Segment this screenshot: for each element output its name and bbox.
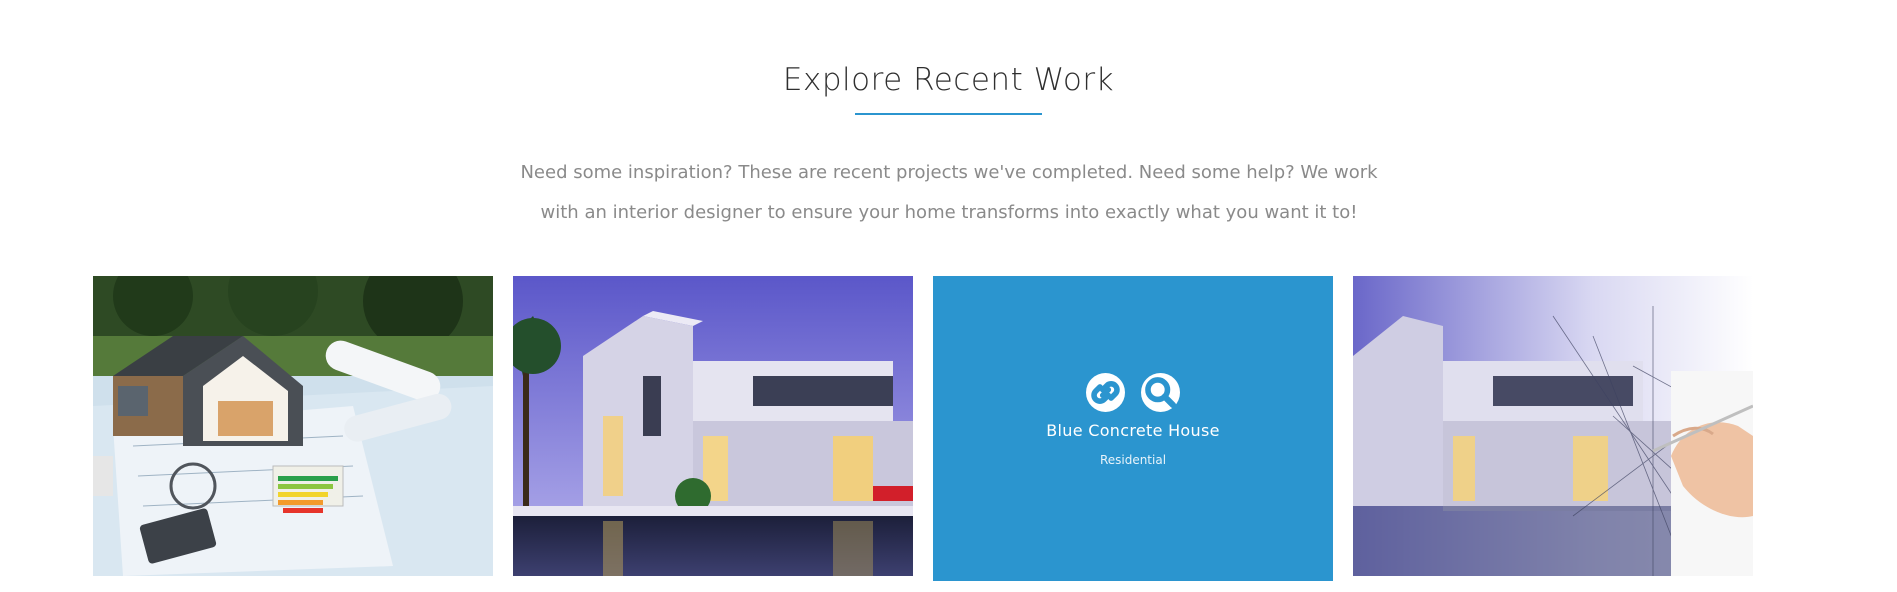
- intro-line-2: with an interior designer to ensure your…: [540, 202, 1358, 223]
- portfolio-image-villa-sketch: [1353, 276, 1753, 576]
- project-category: Residential: [1099, 453, 1167, 467]
- project-title[interactable]: Blue Concrete House: [933, 421, 1333, 440]
- link-button[interactable]: [1086, 373, 1125, 412]
- portfolio-item-4[interactable]: [1353, 276, 1753, 576]
- portfolio-image-house-model: [93, 276, 493, 576]
- title-underline: [855, 113, 1042, 115]
- portfolio-image-villa-dusk: [513, 276, 913, 576]
- section-title: Explore Recent Work: [782, 62, 1115, 98]
- portfolio-overlay: Blue Concrete House Residential: [933, 276, 1333, 581]
- portfolio-item-1[interactable]: [93, 276, 493, 576]
- portfolio-item-3[interactable]: Blue Concrete House Residential: [933, 276, 1333, 581]
- search-icon: [1145, 377, 1177, 409]
- portfolio-item-2[interactable]: [513, 276, 913, 576]
- zoom-button[interactable]: [1141, 373, 1180, 412]
- intro-line-1: Need some inspiration? These are recent …: [520, 162, 1378, 183]
- section-intro: Need some inspiration? These are recent …: [520, 153, 1378, 233]
- link-icon: [1091, 381, 1120, 404]
- overlay-actions: [933, 373, 1333, 412]
